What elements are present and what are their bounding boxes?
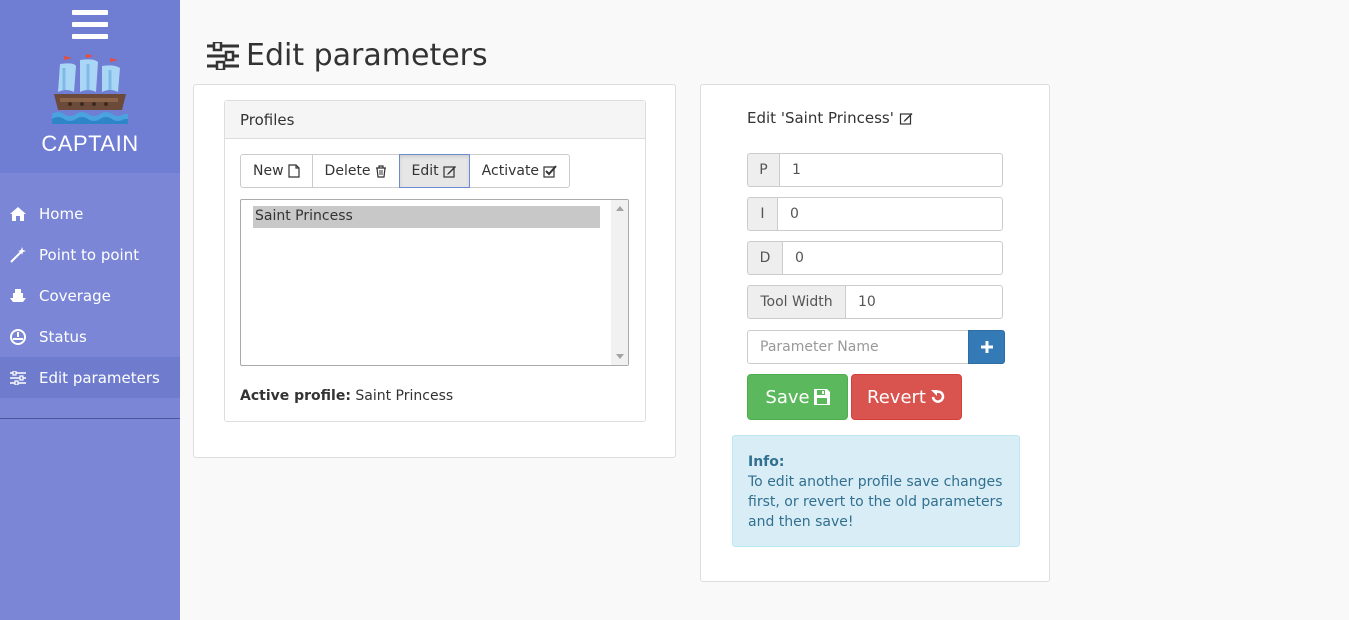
dashboard-icon: [10, 328, 26, 345]
sidebar-item-label: Coverage: [39, 286, 111, 305]
sidebar-item-status[interactable]: Status: [0, 316, 180, 357]
profiles-panel: Profiles New Delete Edit Activate Saint …: [193, 84, 676, 458]
undo-icon: [930, 390, 945, 403]
sidebar-item-point-to-point[interactable]: Point to point: [0, 234, 180, 275]
trash-icon: [375, 164, 386, 178]
active-profile-label: Active profile:: [240, 388, 351, 404]
param-label: P: [747, 153, 780, 187]
sidebar-item-label: Point to point: [39, 245, 140, 264]
param-tool-width-input[interactable]: 10: [846, 285, 1003, 319]
edit-icon: [899, 112, 913, 125]
sidebar-header: CAPTAIN: [0, 0, 180, 173]
edit-icon: [443, 165, 456, 178]
param-i-input[interactable]: 0: [778, 197, 1003, 231]
file-icon: [287, 164, 300, 178]
activate-label: Activate: [481, 163, 540, 179]
param-label: D: [747, 241, 783, 275]
home-icon: [10, 206, 26, 222]
info-text: To edit another profile save changes fir…: [748, 474, 1003, 530]
scroll-up-icon[interactable]: [616, 206, 624, 211]
sidebar: CAPTAIN Home Point to point Coverage Sta…: [0, 0, 180, 620]
plus-icon: [980, 341, 993, 353]
param-p-input[interactable]: 1: [780, 153, 1003, 187]
parameter-name-input[interactable]: [747, 330, 969, 364]
brand-name: CAPTAIN: [41, 131, 139, 156]
sidebar-item-edit-parameters[interactable]: Edit parameters: [0, 357, 180, 398]
profile-actions: New Delete Edit Activate: [240, 154, 571, 188]
list-item[interactable]: Saint Princess: [253, 206, 600, 228]
add-parameter-button[interactable]: [968, 330, 1005, 364]
save-button[interactable]: Save: [747, 374, 848, 420]
editor-title: Edit 'Saint Princess': [747, 109, 914, 127]
edit-label: Edit: [411, 163, 439, 179]
activate-profile-button[interactable]: Activate: [468, 154, 571, 188]
new-profile-button[interactable]: New: [240, 154, 313, 188]
floppy-disk-icon: [813, 389, 830, 405]
sidebar-nav: Home Point to point Coverage Status Edit…: [0, 193, 180, 398]
sidebar-item-label: Home: [39, 204, 84, 223]
editor-title-text: Edit 'Saint Princess': [747, 109, 894, 127]
sliders-icon: [10, 370, 26, 386]
save-label: Save: [765, 386, 810, 408]
new-label: New: [253, 163, 284, 179]
revert-button[interactable]: Revert: [851, 374, 962, 420]
param-d-input[interactable]: 0: [783, 241, 1003, 275]
edit-profile-button[interactable]: Edit: [398, 154, 470, 188]
param-i-group: I 0: [747, 197, 1003, 231]
sliders-icon: [207, 41, 239, 70]
profiles-box: Profiles New Delete Edit Activate Saint …: [224, 100, 646, 422]
sidebar-item-coverage[interactable]: Coverage: [0, 275, 180, 316]
check-square-icon: [543, 164, 557, 178]
sidebar-item-home[interactable]: Home: [0, 193, 180, 234]
delete-label: Delete: [324, 163, 371, 179]
param-p-group: P 1: [747, 153, 1003, 187]
param-d-group: D 0: [747, 241, 1003, 275]
scroll-down-icon[interactable]: [616, 354, 624, 359]
ship-icon: [10, 288, 26, 304]
menu-icon[interactable]: [72, 10, 108, 42]
info-title: Info:: [748, 454, 785, 470]
active-profile: Active profile: Saint Princess: [240, 388, 453, 404]
list-scrollbar[interactable]: [611, 200, 628, 365]
editor-panel: Edit 'Saint Princess' P 1 I 0 D 0 Tool W…: [700, 84, 1050, 582]
sidebar-item-label: Edit parameters: [39, 368, 160, 387]
param-label: Tool Width: [747, 285, 846, 319]
profiles-list[interactable]: Saint Princess: [240, 199, 629, 366]
page-title: Edit parameters: [207, 38, 488, 73]
sidebar-item-label: Status: [39, 327, 87, 346]
revert-label: Revert: [867, 386, 926, 408]
active-profile-value: Saint Princess: [355, 388, 454, 404]
param-tool-width-group: Tool Width 10: [747, 285, 1003, 319]
ship-logo-icon: [52, 54, 128, 124]
info-alert: Info: To edit another profile save chang…: [732, 435, 1020, 547]
param-label: I: [747, 197, 778, 231]
delete-profile-button[interactable]: Delete: [311, 154, 400, 188]
page-title-text: Edit parameters: [246, 38, 488, 73]
wand-icon: [10, 246, 26, 263]
sidebar-divider: [0, 418, 180, 419]
profiles-heading: Profiles: [225, 101, 645, 139]
